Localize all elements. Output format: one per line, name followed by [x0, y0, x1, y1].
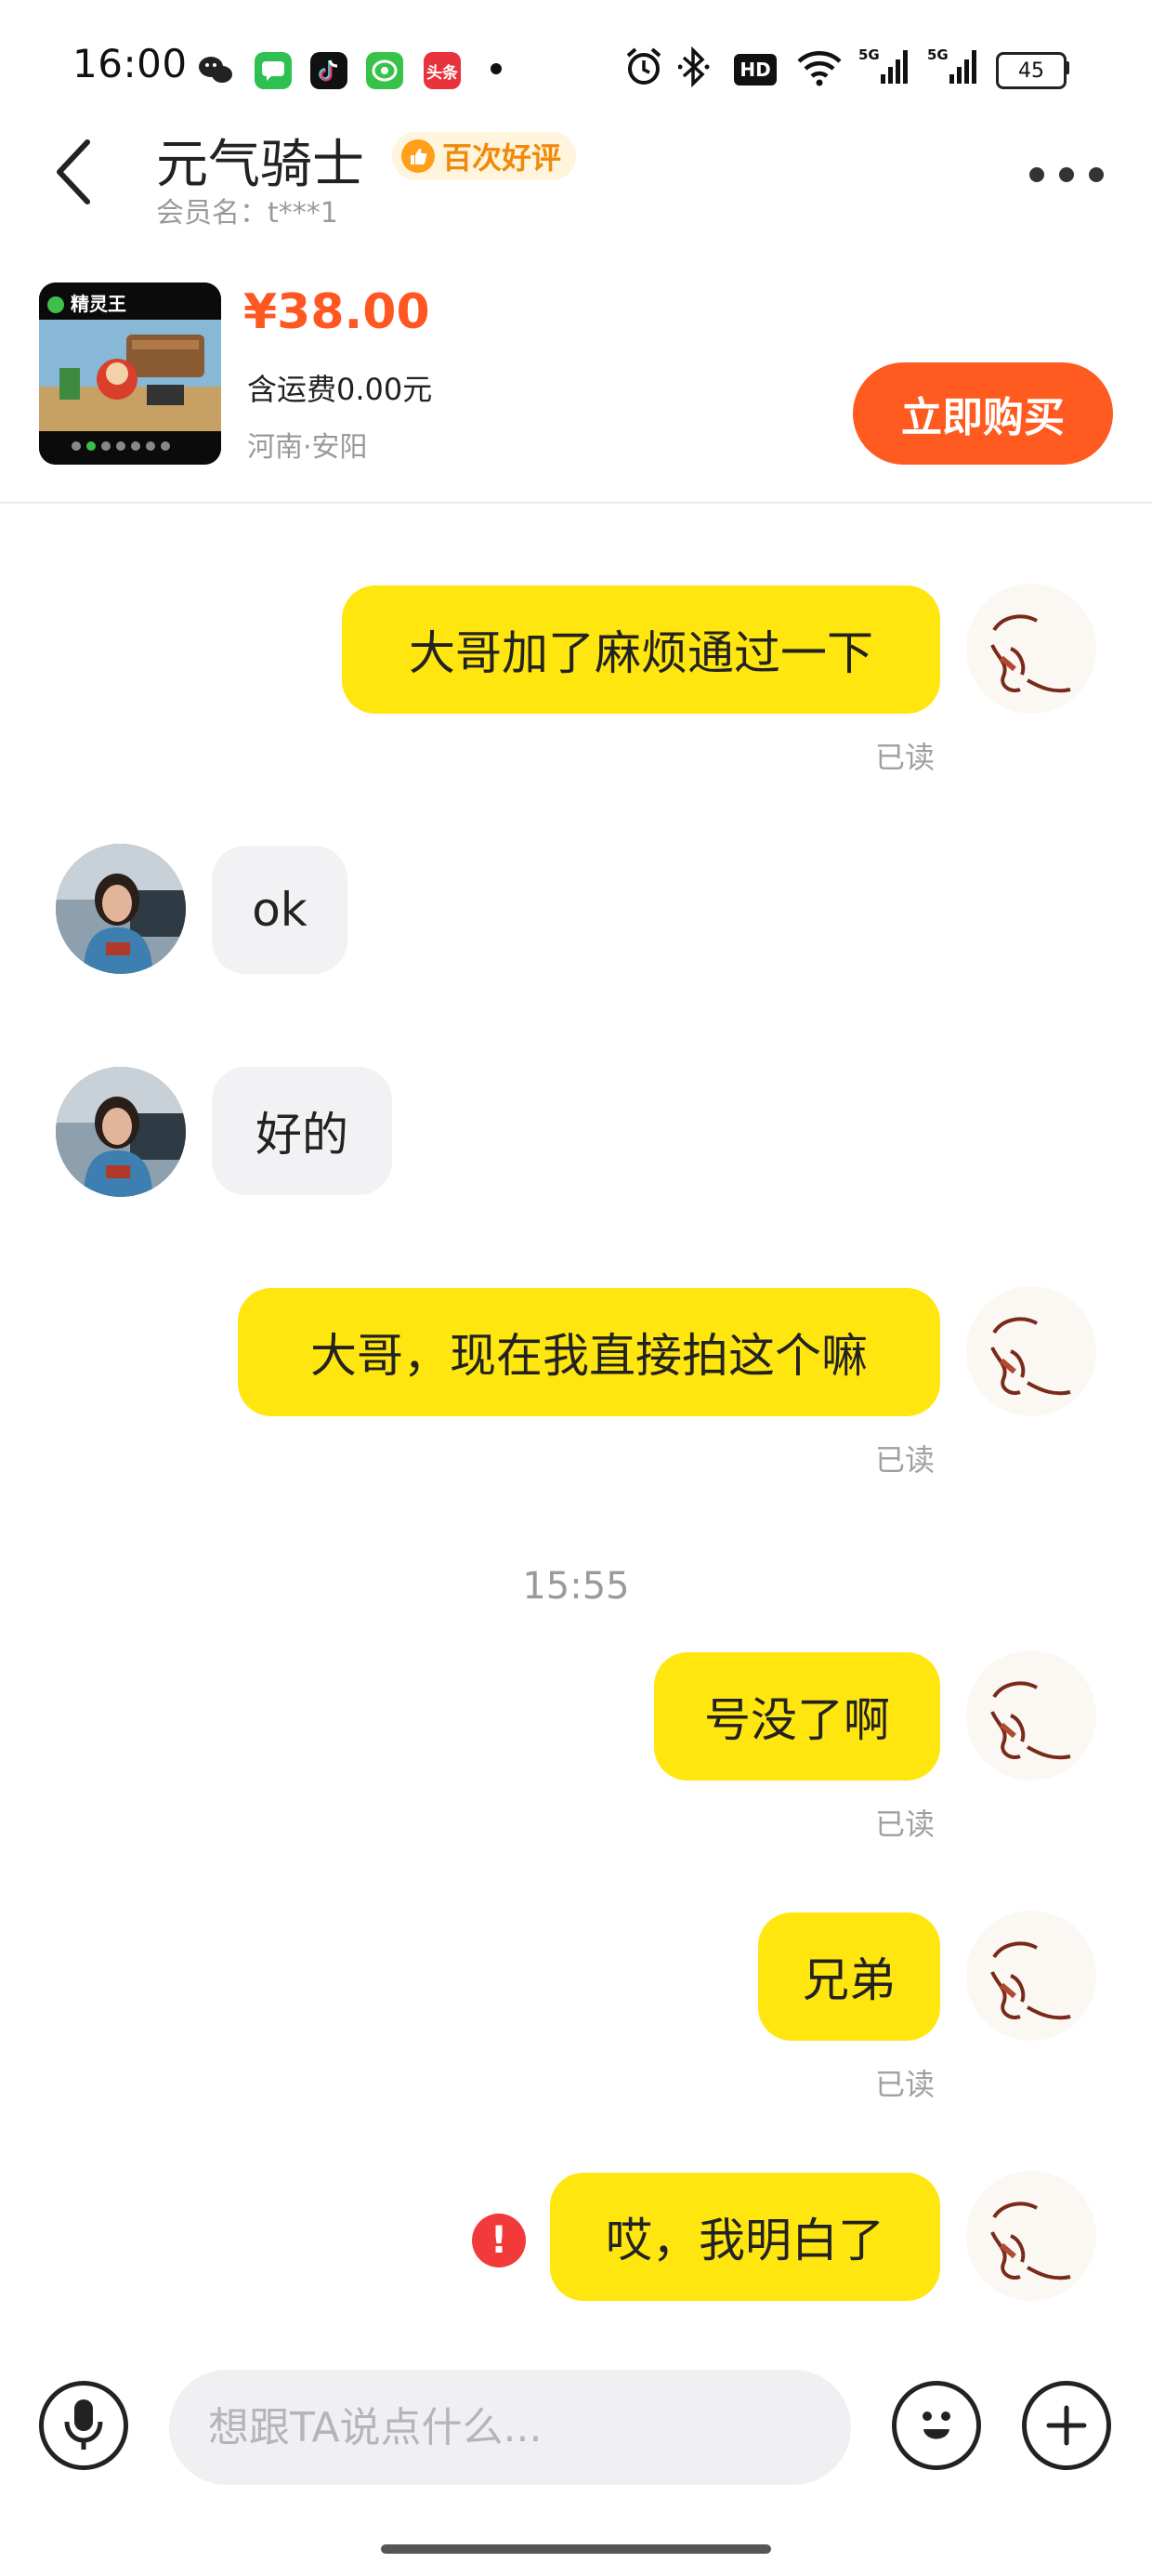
message-bubble-outgoing[interactable]: 大哥加了麻烦通过一下	[342, 585, 940, 714]
read-status: 已读	[875, 740, 936, 775]
back-button[interactable]	[50, 135, 115, 209]
member-name: 会员名：t***1	[156, 197, 338, 230]
voice-input-button[interactable]	[39, 2381, 128, 2470]
shipping-info: 含运费0.00元	[247, 372, 433, 407]
send-failed-icon[interactable]: !	[472, 2214, 526, 2267]
message-bubble-incoming[interactable]: 好的	[212, 1067, 392, 1195]
read-status: 已读	[875, 2067, 936, 2102]
read-status: 已读	[875, 1442, 936, 1478]
plus-icon	[1046, 2405, 1087, 2446]
home-indicator[interactable]	[381, 2544, 771, 2554]
my-avatar[interactable]	[966, 1911, 1096, 2041]
tiktok-icon	[310, 52, 347, 89]
dot-icon	[1029, 167, 1044, 182]
dot-icon	[1059, 167, 1074, 182]
svg-text:5G: 5G	[858, 46, 880, 63]
my-avatar[interactable]	[966, 1650, 1096, 1781]
battery-indicator: 45	[996, 52, 1067, 89]
signal-5g-icon: 5G	[927, 46, 979, 91]
wechat-icon	[197, 52, 234, 89]
message-bubble-outgoing[interactable]: 大哥，现在我直接拍这个嘛	[238, 1288, 940, 1416]
my-avatar[interactable]	[966, 584, 1096, 714]
wifi-icon	[795, 46, 844, 91]
thumbs-up-icon	[401, 139, 435, 173]
thumb-logo-text: 精灵王	[71, 293, 126, 315]
hd-icon: HD	[734, 54, 777, 85]
more-actions-button[interactable]	[1022, 2381, 1111, 2470]
status-bar: 16:00 头条 HD 5G 5G 45	[0, 0, 1152, 139]
emoji-button[interactable]	[892, 2381, 981, 2470]
message-input[interactable]	[169, 2370, 851, 2485]
dot-icon	[1089, 167, 1104, 182]
badge-label: 百次好评	[442, 140, 562, 176]
svg-text:5G: 5G	[927, 46, 949, 63]
chat-area[interactable]	[0, 506, 1152, 2364]
seller-location: 河南·安阳	[247, 431, 368, 464]
facetime-icon	[366, 52, 403, 89]
bluetooth-icon	[677, 46, 712, 91]
contact-avatar[interactable]	[56, 1067, 186, 1197]
message-bubble-outgoing[interactable]: 哎，我明白了	[550, 2173, 940, 2301]
more-options-button[interactable]	[1029, 164, 1104, 186]
contact-avatar[interactable]	[56, 844, 186, 974]
notification-dot	[491, 63, 502, 74]
toutiao-icon: 头条	[424, 52, 461, 89]
smiley-icon	[923, 2412, 950, 2439]
product-thumbnail[interactable]: 精灵王	[39, 283, 221, 465]
my-avatar[interactable]	[966, 2171, 1096, 2301]
read-status: 已读	[875, 1807, 936, 1842]
microphone-icon	[64, 2399, 103, 2450]
buy-now-button[interactable]: 立即购买	[853, 362, 1113, 465]
chat-title: 元气骑士	[156, 135, 364, 195]
chat-timestamp: 15:55	[522, 1565, 630, 1608]
product-price: ¥38.00	[243, 284, 430, 340]
rating-badge: 百次好评	[392, 132, 577, 180]
message-bubble-outgoing[interactable]: 号没了啊	[654, 1652, 940, 1781]
messages-icon	[255, 52, 292, 89]
status-time: 16:00	[72, 41, 188, 86]
my-avatar[interactable]	[966, 1286, 1096, 1416]
signal-5g-icon: 5G	[858, 46, 910, 91]
message-bubble-outgoing[interactable]: 兄弟	[758, 1912, 940, 2041]
alarm-icon	[624, 46, 663, 91]
message-bubble-incoming[interactable]: ok	[212, 846, 347, 974]
battery-tip	[1065, 61, 1069, 74]
chevron-left-icon	[57, 139, 90, 204]
